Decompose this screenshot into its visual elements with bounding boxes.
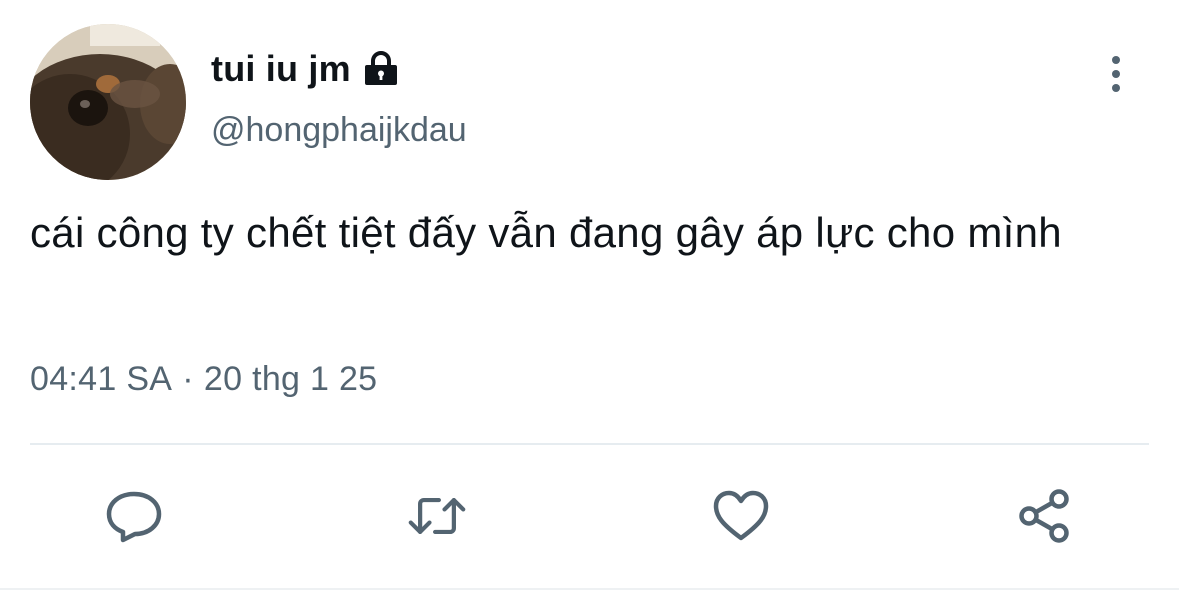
avatar[interactable] [30,24,186,180]
share-button[interactable] [1014,486,1074,546]
like-button[interactable] [711,486,771,546]
tweet-text: cái công ty chết tiệt đấy vẫn đang gây á… [30,209,1062,256]
dog-photo-avatar [30,24,186,180]
reply-icon [106,491,162,543]
share-icon [1019,489,1069,543]
retweet-icon [408,497,466,535]
lock-icon [361,49,401,89]
more-button[interactable] [1096,52,1136,96]
tweet-time[interactable]: 04:41 SA [30,360,172,399]
tweet-card: tui iu jm @hongphaijkdau cái công ty chế… [0,0,1179,609]
more-vertical-icon [1112,56,1120,92]
divider [30,443,1149,445]
tweet-meta: 04:41 SA · 20 thg 1 25 [30,360,377,399]
bottom-border [0,588,1179,590]
author-handle[interactable]: @hongphaijkdau [211,111,467,150]
retweet-button[interactable] [407,486,467,546]
meta-separator: · [182,360,194,398]
tweet-date[interactable]: 20 thg 1 25 [204,360,377,399]
author-name-row: tui iu jm [211,44,401,94]
reply-button[interactable] [104,486,164,546]
heart-icon [713,490,769,541]
display-name[interactable]: tui iu jm [211,48,351,90]
